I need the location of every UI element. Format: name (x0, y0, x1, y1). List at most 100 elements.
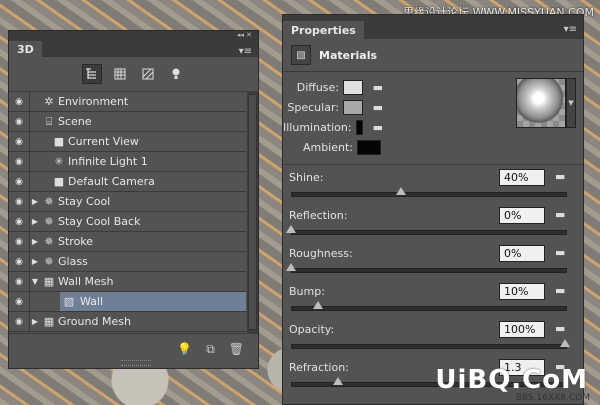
section-title: Materials (319, 48, 378, 62)
mesh-group-icon: ✵ (44, 235, 54, 248)
slider-knob[interactable] (286, 263, 296, 271)
material-picker-dropdown-icon[interactable]: ▼ (566, 78, 576, 128)
slider-label: Bump: (289, 285, 325, 298)
ambient-swatch[interactable] (357, 140, 381, 155)
visibility-eye-icon[interactable]: ◉ (9, 212, 30, 231)
folder-icon[interactable]: ▬ (555, 208, 565, 221)
slider-knob[interactable] (395, 187, 406, 195)
bump-slider: Bump: 10% ▬ (283, 279, 583, 317)
slider-label: Reflection: (289, 209, 348, 222)
reflection-value-input[interactable]: 0% (499, 207, 545, 224)
expand-arrow-icon[interactable]: ▶ (30, 197, 40, 206)
tree-row-infinite-light[interactable]: ◉ ✳ Infinite Light 1 (9, 152, 246, 172)
bump-value-input[interactable]: 10% (499, 283, 545, 300)
visibility-eye-icon[interactable]: ◉ (9, 192, 30, 211)
camera-icon: ■ (53, 135, 65, 148)
tree-row-stay-cool[interactable]: ◉ ▶ ✵ Stay Cool (9, 192, 246, 212)
visibility-eye-icon[interactable]: ◉ (9, 252, 30, 271)
panel-menu-icon[interactable]: ▾≡ (564, 24, 577, 35)
delete-icon[interactable]: 🗑 (229, 342, 244, 357)
visibility-eye-icon[interactable]: ◉ (9, 112, 30, 131)
slider-track[interactable] (291, 192, 567, 197)
visibility-eye-icon[interactable]: ◉ (9, 152, 30, 171)
tree-row-scene[interactable]: ◉ ⌸ Scene (9, 112, 246, 132)
row-label: Stay Cool Back (58, 215, 141, 228)
tree-row-stroke[interactable]: ◉ ▶ ✵ Stroke (9, 232, 246, 252)
roughness-value-input[interactable]: 0% (499, 245, 545, 262)
tree-row-current-view[interactable]: ◉ ■ Current View (9, 132, 246, 152)
collapse-arrow-icon[interactable]: ▼ (30, 277, 40, 286)
expand-arrow-icon[interactable]: ▶ (30, 217, 40, 226)
tree-row-wall-mesh[interactable]: ◉ ▼ ▦ Wall Mesh (9, 272, 246, 292)
tab-3d[interactable]: 3D (9, 41, 42, 57)
slider-knob[interactable] (560, 339, 570, 347)
visibility-eye-icon[interactable]: ◉ (9, 312, 30, 331)
collapse-close-icon[interactable]: ◂◂ ✕ (237, 31, 252, 39)
slider-track[interactable] (291, 230, 567, 235)
folder-icon[interactable]: ▬ (555, 246, 565, 259)
panel-3d-footer: 💡 ⧉ 🗑 (9, 333, 258, 368)
materials-filter-icon[interactable] (138, 64, 158, 84)
tree-scrollbar[interactable] (247, 92, 258, 334)
tree-row-glass[interactable]: ◉ ▶ ✵ Glass (9, 252, 246, 272)
visibility-eye-icon[interactable]: ◉ (9, 172, 30, 191)
diffuse-label: Diffuse: (296, 81, 339, 94)
ambient-label: Ambient: (302, 141, 353, 154)
mesh-group-icon: ✵ (44, 255, 54, 268)
tab-properties[interactable]: Properties (283, 21, 364, 39)
whole-scene-filter-icon[interactable] (81, 64, 102, 84)
visibility-eye-icon[interactable]: ◉ (9, 132, 30, 151)
add-light-icon[interactable]: 💡 (177, 342, 192, 357)
folder-icon[interactable]: ▬ (555, 284, 565, 297)
material-sliders: Shine: 40% ▬ Reflection: 0% ▬ Roughness:… (283, 165, 583, 393)
lights-filter-icon[interactable] (166, 64, 186, 84)
visibility-eye-icon[interactable]: ◉ (9, 92, 30, 111)
visibility-eye-icon[interactable]: ◉ (9, 232, 30, 251)
row-label: Current View (68, 135, 139, 148)
reflection-slider: Reflection: 0% ▬ (283, 203, 583, 241)
mesh-group-icon: ✵ (44, 215, 54, 228)
diffuse-swatch[interactable] (343, 80, 363, 95)
row-label: Stroke (58, 235, 94, 248)
folder-icon[interactable]: ▬ (373, 121, 383, 134)
panel-3d-tabbar: 3D ▾≡ (9, 39, 258, 57)
tree-row-default-camera[interactable]: ◉ ■ Default Camera (9, 172, 246, 192)
shine-value-input[interactable]: 40% (499, 169, 545, 186)
material-preview-sphere[interactable] (516, 78, 566, 128)
slider-knob[interactable] (313, 301, 324, 309)
folder-icon[interactable]: ▬ (373, 101, 383, 114)
resize-grip[interactable] (121, 360, 151, 366)
render-icon[interactable]: ⧉ (206, 342, 215, 357)
specular-label: Specular: (287, 101, 339, 114)
folder-icon[interactable]: ▬ (373, 81, 383, 94)
panel-menu-icon[interactable]: ▾≡ (239, 46, 252, 57)
slider-label: Opacity: (289, 323, 335, 336)
tree-row-wall[interactable]: ◉ ▧ Wall (9, 292, 246, 312)
tree-row-ground-mesh[interactable]: ◉ ▶ ▦ Ground Mesh (9, 312, 246, 332)
folder-icon[interactable]: ▬ (555, 322, 565, 335)
slider-track[interactable] (291, 344, 567, 349)
visibility-eye-icon[interactable]: ◉ (9, 272, 30, 291)
slider-knob[interactable] (286, 225, 296, 233)
expand-arrow-icon[interactable]: ▶ (30, 237, 40, 246)
illumination-label: Illumination: (283, 121, 352, 134)
row-label: Infinite Light 1 (68, 155, 148, 168)
mesh-icon: ▦ (43, 315, 55, 328)
slider-track[interactable] (291, 306, 567, 311)
slider-label: Refraction: (289, 361, 349, 374)
roughness-slider: Roughness: 0% ▬ (283, 241, 583, 279)
slider-track[interactable] (291, 268, 567, 273)
specular-swatch[interactable] (343, 100, 363, 115)
scrollbar-thumb[interactable] (248, 94, 257, 330)
row-label: Stay Cool (58, 195, 111, 208)
slider-knob[interactable] (332, 377, 343, 385)
expand-arrow-icon[interactable]: ▶ (30, 257, 40, 266)
meshes-filter-icon[interactable] (110, 64, 130, 84)
tree-row-environment[interactable]: ◉ ✲ Environment (9, 92, 246, 112)
opacity-value-input[interactable]: 100% (499, 321, 545, 338)
tree-row-stay-cool-back[interactable]: ◉ ▶ ✵ Stay Cool Back (9, 212, 246, 232)
illumination-swatch[interactable] (355, 120, 363, 135)
folder-icon[interactable]: ▬ (555, 170, 565, 183)
expand-arrow-icon[interactable]: ▶ (30, 317, 40, 326)
visibility-eye-icon[interactable]: ◉ (9, 292, 30, 311)
